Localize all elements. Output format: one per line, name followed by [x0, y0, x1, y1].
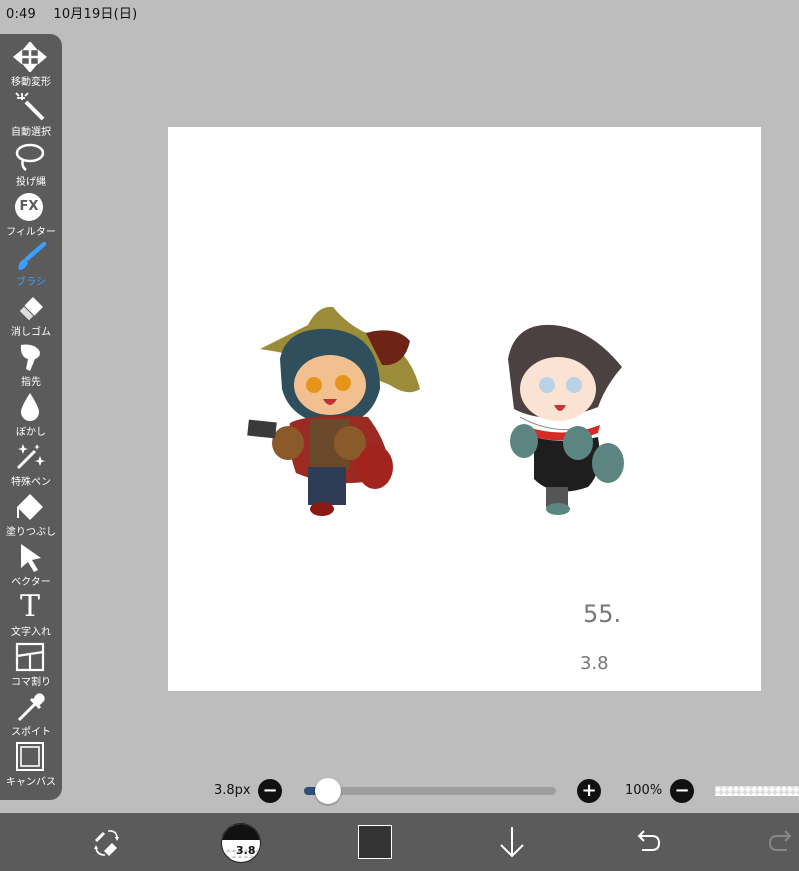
finger-icon — [20, 344, 40, 371]
undo-icon[interactable] — [632, 828, 662, 858]
brush-size-bar: 3.8px − + 100% − — [0, 772, 799, 810]
brush-size-slider-knob[interactable] — [314, 778, 341, 804]
tool-sidebar: 移動変形 自動選択 投げ縄 FX フィルター ブラシ 消しゴム 指先 ぼかし 特… — [0, 34, 62, 800]
tool-label: ブラシ — [16, 277, 46, 288]
special-pen-icon — [16, 444, 45, 470]
tool-eraser[interactable]: 消しゴム — [0, 292, 62, 342]
status-time: 0:49 — [6, 7, 36, 22]
tool-label: ぼかし — [16, 427, 46, 438]
brush-preview-button[interactable]: 3.8 — [221, 823, 261, 863]
tool-finger[interactable]: 指先 — [0, 342, 62, 392]
text-icon-glyph: T — [19, 589, 40, 624]
brush-icon — [18, 242, 47, 270]
tool-label: 指先 — [21, 377, 41, 388]
tool-label: 塗りつぶし — [5, 527, 57, 538]
brush-size-decrease-button[interactable]: − — [258, 779, 282, 803]
blur-drop-icon — [21, 393, 39, 421]
tool-label: 特殊ペン — [11, 477, 51, 488]
tool-brush[interactable]: ブラシ — [0, 242, 62, 292]
left-chibi-character — [247, 306, 420, 516]
bottom-toolbar: 3.8 — [0, 813, 799, 871]
plus-icon: + — [581, 780, 597, 801]
tool-label: フィルター — [6, 227, 56, 238]
minus-icon: − — [674, 780, 690, 801]
right-chibi-character — [508, 324, 624, 515]
tool-label: 文字入れ — [11, 627, 51, 638]
tool-vector[interactable]: ベクター — [0, 542, 62, 592]
tool-special-pen[interactable]: 特殊ペン — [0, 442, 62, 492]
opacity-checker-strip[interactable] — [715, 786, 799, 796]
canvas-icon — [16, 742, 44, 771]
eraser-icon — [18, 297, 43, 322]
tool-label: コマ割り — [11, 677, 51, 688]
tool-eyedropper[interactable]: スポイト — [0, 692, 62, 742]
tool-move[interactable]: 移動変形 — [0, 42, 62, 92]
tool-fill[interactable]: 塗りつぶし — [0, 492, 62, 542]
fx-icon: FX — [15, 193, 43, 221]
current-color-swatch[interactable] — [358, 825, 392, 859]
opacity-decrease-button[interactable]: − — [670, 779, 694, 803]
tool-label: スポイト — [11, 727, 51, 738]
drawing-canvas[interactable]: 55. 3.8 — [168, 127, 761, 691]
tool-label: 移動変形 — [11, 77, 51, 88]
tool-label: 自動選択 — [11, 127, 51, 138]
tool-text[interactable]: T 文字入れ — [0, 592, 62, 642]
tool-filter[interactable]: FX フィルター — [0, 192, 62, 242]
tool-lasso[interactable]: 投げ縄 — [0, 142, 62, 192]
tool-blur[interactable]: ぼかし — [0, 392, 62, 442]
tool-frame-divider[interactable]: コマ割り — [0, 642, 62, 692]
brush-size-value: 3.8px — [214, 783, 251, 798]
tool-label: 消しゴム — [11, 327, 51, 338]
tool-label: ベクター — [11, 577, 51, 588]
text-icon: T — [13, 592, 47, 622]
opacity-value: 100% — [625, 783, 663, 798]
layer-down-arrow-icon[interactable] — [497, 825, 527, 859]
canvas-note-top: 55. — [583, 600, 621, 628]
fx-icon-text: FX — [19, 199, 39, 214]
eyedropper-icon — [17, 693, 45, 722]
tool-label: 投げ縄 — [16, 177, 46, 188]
artwork: 55. 3.8 — [247, 306, 624, 674]
swap-tool-icon[interactable] — [90, 825, 124, 859]
vector-arrow-icon — [21, 544, 41, 572]
lasso-icon — [15, 143, 45, 171]
fill-bucket-icon — [17, 494, 43, 520]
status-bar: 0:49 10月19日(日) — [6, 3, 137, 22]
canvas-note-bottom: 3.8 — [580, 653, 609, 674]
magic-wand-icon — [15, 92, 45, 121]
brush-preview-shape — [222, 824, 260, 840]
brush-size-increase-button[interactable]: + — [577, 779, 601, 803]
brush-size-slider-track[interactable] — [304, 778, 556, 804]
status-date: 10月19日(日) — [53, 7, 138, 22]
redo-icon[interactable] — [767, 828, 797, 858]
frame-divider-icon — [15, 642, 45, 672]
move-icon — [13, 42, 47, 72]
tool-auto-select[interactable]: 自動選択 — [0, 92, 62, 142]
minus-icon: − — [262, 780, 278, 801]
brush-preview-value: 3.8 — [236, 844, 256, 857]
